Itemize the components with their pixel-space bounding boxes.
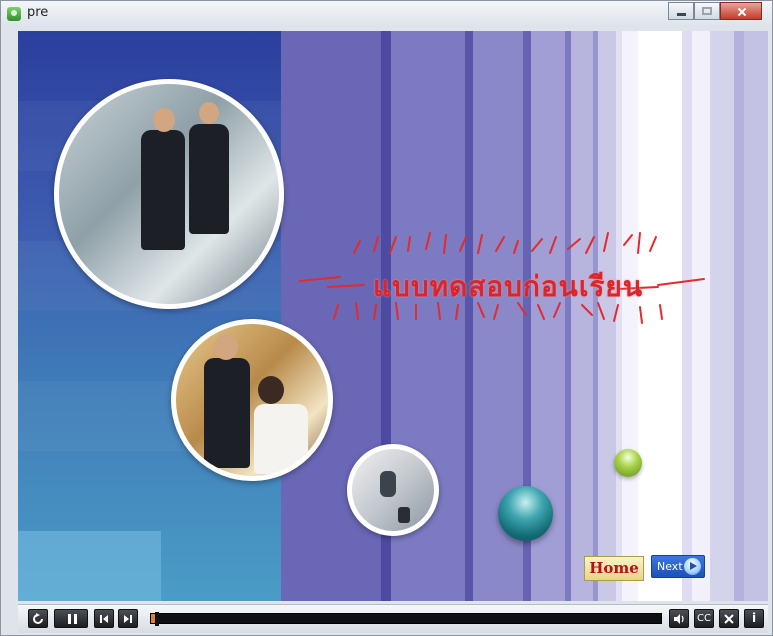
previous-slide-button[interactable] [94, 609, 114, 628]
green-sphere [614, 449, 642, 477]
window-controls [668, 2, 762, 21]
page-heading: แบบทดสอบก่อนเรียน [298, 225, 718, 337]
progress-track[interactable] [150, 612, 662, 626]
next-slide-button[interactable] [118, 609, 138, 628]
app-window: pre แบบทดสอบก่อนเรียน Home Next CC i [0, 0, 773, 636]
pause-button[interactable] [54, 609, 88, 628]
player-controls: CC i [18, 604, 768, 633]
maximize-button[interactable] [694, 2, 720, 20]
skip-forward-icon [124, 615, 132, 623]
office-workers-photo [171, 319, 333, 481]
window-title: pre [27, 5, 49, 20]
presentation-stage: แบบทดสอบก่อนเรียน Home Next [18, 31, 768, 601]
app-icon [7, 7, 21, 21]
arrow-right-icon [684, 558, 701, 575]
close-icon [724, 614, 734, 624]
info-button[interactable]: i [744, 609, 764, 628]
volume-icon [674, 614, 684, 624]
business-people-photo [54, 79, 284, 309]
heading-text: แบบทดสอบก่อนเรียน [373, 270, 643, 303]
closed-captions-button[interactable]: CC [694, 609, 714, 628]
volume-button[interactable] [669, 609, 689, 628]
phone-hand-photo [347, 444, 439, 536]
home-button[interactable]: Home [584, 556, 644, 581]
rewind-button[interactable] [28, 609, 48, 628]
teal-sphere [498, 486, 553, 541]
title-bar[interactable]: pre [1, 1, 772, 27]
pause-icon [68, 614, 77, 624]
next-button-label: Next [657, 560, 683, 573]
next-button[interactable]: Next [651, 555, 705, 578]
close-window-button[interactable] [720, 2, 762, 20]
minimize-button[interactable] [668, 2, 694, 20]
rewind-icon [33, 613, 43, 624]
close-player-button[interactable] [719, 609, 739, 628]
skip-back-icon [100, 615, 108, 623]
progress-thumb[interactable] [155, 612, 159, 626]
